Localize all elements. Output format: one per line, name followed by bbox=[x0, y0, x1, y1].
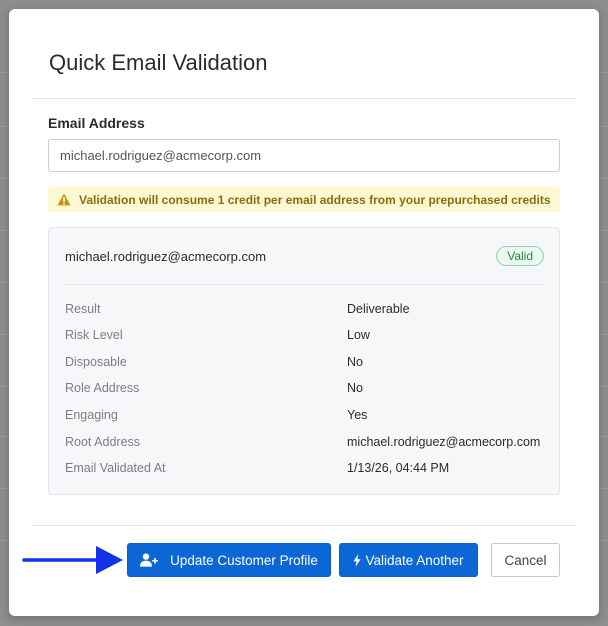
detail-row-risk-level: Risk Level Low bbox=[65, 328, 543, 344]
header-divider bbox=[33, 98, 575, 99]
update-customer-profile-button[interactable]: Update Customer Profile bbox=[127, 543, 331, 577]
result-email: michael.rodriguez@acmecorp.com bbox=[65, 249, 267, 264]
detail-label: Risk Level bbox=[65, 328, 123, 342]
detail-value: Yes bbox=[347, 408, 368, 422]
detail-value: Deliverable bbox=[347, 302, 410, 316]
detail-label: Disposable bbox=[65, 355, 127, 369]
detail-label: Engaging bbox=[65, 408, 118, 422]
quick-validation-modal: Quick Email Validation Email Address Val… bbox=[9, 9, 599, 616]
detail-value: 1/13/26, 04:44 PM bbox=[347, 461, 450, 475]
card-divider bbox=[65, 284, 543, 285]
warning-text: Validation will consume 1 credit per ema… bbox=[79, 192, 551, 207]
validate-another-button[interactable]: Validate Another bbox=[339, 543, 478, 577]
detail-row-validated-at: Email Validated At 1/13/26, 04:44 PM bbox=[65, 461, 543, 477]
lightning-bolt-icon bbox=[353, 553, 362, 567]
detail-row-root-address: Root Address michael.rodriguez@acmecorp.… bbox=[65, 435, 543, 451]
detail-value: michael.rodriguez@acmecorp.com bbox=[347, 435, 541, 449]
email-label: Email Address bbox=[48, 115, 145, 131]
validate-button-label: Validate Another bbox=[365, 552, 464, 568]
add-user-icon bbox=[140, 553, 158, 567]
detail-value: No bbox=[347, 355, 363, 369]
detail-row-disposable: Disposable No bbox=[65, 355, 543, 371]
detail-label: Root Address bbox=[65, 435, 141, 449]
modal-title: Quick Email Validation bbox=[49, 50, 268, 75]
detail-row-role-address: Role Address No bbox=[65, 381, 543, 397]
detail-label: Role Address bbox=[65, 381, 140, 395]
detail-row-engaging: Engaging Yes bbox=[65, 408, 543, 424]
credit-warning: Validation will consume 1 credit per ema… bbox=[48, 187, 560, 212]
detail-value: No bbox=[347, 381, 363, 395]
pointer-arrow-icon bbox=[22, 546, 123, 574]
detail-row-result: Result Deliverable bbox=[65, 302, 543, 318]
email-input[interactable] bbox=[48, 139, 560, 172]
status-badge: Valid bbox=[496, 246, 544, 266]
detail-label: Email Validated At bbox=[65, 461, 166, 475]
footer-divider bbox=[33, 525, 575, 526]
detail-value: Low bbox=[347, 328, 370, 342]
cancel-button[interactable]: Cancel bbox=[491, 543, 560, 577]
warning-icon bbox=[57, 193, 71, 206]
detail-label: Result bbox=[65, 302, 101, 316]
update-button-label: Update Customer Profile bbox=[170, 552, 318, 568]
validation-result-card: michael.rodriguez@acmecorp.com Valid Res… bbox=[48, 227, 560, 495]
